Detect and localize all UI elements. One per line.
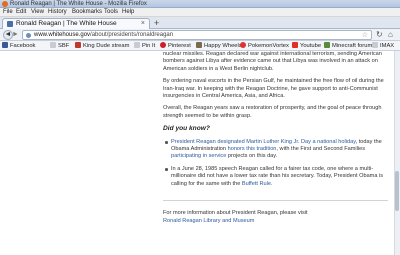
tab-title: Ronald Reagan | The White House: [16, 20, 117, 27]
forward-button[interactable]: ►: [12, 31, 19, 39]
article-body: nuclear missiles. Reagan declared war ag…: [163, 51, 388, 230]
page-icon: [134, 42, 140, 48]
bookmarks-toolbar: Facebook SBF King Dude stream Pin It Pin…: [0, 41, 400, 51]
menu-view[interactable]: View: [31, 8, 44, 17]
menu-bar: File Edit View History Bookmarks Tools H…: [0, 8, 400, 17]
reagan-library-link[interactable]: Ronald Reagan Library and Museum: [163, 218, 254, 224]
site-identity-icon[interactable]: [26, 33, 31, 38]
firefox-logo-icon: [2, 1, 8, 7]
bookmark-imax[interactable]: IMAX: [372, 41, 394, 51]
section-divider: [163, 200, 388, 202]
bookmark-happy-wheels[interactable]: Happy Wheels: [196, 41, 242, 51]
mlk-day-link[interactable]: President Reagan designated Martin Luthe…: [171, 139, 356, 145]
bookmark-minecraft-forum[interactable]: Minecraft forum: [324, 41, 372, 51]
buffett-rule-link[interactable]: Buffett Rule: [242, 181, 271, 187]
menu-history[interactable]: History: [48, 8, 67, 17]
youtube-icon: [292, 42, 298, 48]
bookmark-pinterest[interactable]: Pinterest: [160, 41, 191, 51]
window-title: Ronald Reagan | The White House - Mozill…: [10, 1, 147, 7]
menu-file[interactable]: File: [3, 8, 13, 17]
stream-icon: [75, 42, 81, 48]
address-bar[interactable]: www.whitehouse.gov/about/presidents/rona…: [22, 30, 372, 40]
vertical-scrollbar[interactable]: [394, 51, 400, 255]
tab-bar: Ronald Reagan | The White House × +: [0, 17, 400, 29]
minecraft-icon: [324, 42, 330, 48]
reload-button[interactable]: ↻: [376, 30, 383, 40]
paragraph-persian-gulf: By ordering naval escorts in the Persian…: [163, 78, 384, 100]
page-content: nuclear missiles. Reagan declared war ag…: [0, 51, 400, 255]
pokeball-icon: [240, 42, 246, 48]
facebook-icon: [2, 42, 8, 48]
bookmark-facebook[interactable]: Facebook: [2, 41, 35, 51]
bookmark-pokemonvortex[interactable]: PokemonVortex: [240, 41, 289, 51]
bookmark-youtube[interactable]: Youtube: [292, 41, 321, 51]
home-button[interactable]: ⌂: [388, 30, 393, 40]
page-icon: [372, 42, 378, 48]
more-info-text: For more information about President Rea…: [163, 210, 308, 224]
navigation-bar: ◄ ► www.whitehouse.gov/about/presidents/…: [0, 29, 400, 41]
window-titlebar: Ronald Reagan | The White House - Mozill…: [0, 0, 400, 8]
paragraph-overall: Overall, the Reagan years saw a restorat…: [163, 105, 382, 119]
bookmark-sbf[interactable]: SBF: [50, 41, 69, 51]
tab-ronald-reagan[interactable]: Ronald Reagan | The White House ×: [2, 18, 150, 29]
close-tab-icon[interactable]: ×: [141, 19, 145, 29]
menu-help[interactable]: Help: [122, 8, 134, 17]
participating-in-service-link[interactable]: participating in service: [171, 153, 226, 159]
pinterest-icon: [160, 42, 166, 48]
url-text: www.whitehouse.gov/about/presidents/rona…: [34, 32, 174, 38]
page-icon: [50, 42, 56, 48]
honors-tradition-link[interactable]: honors this tradition: [228, 146, 277, 152]
facts-list: President Reagan designated Martin Luthe…: [163, 139, 388, 188]
new-tab-button[interactable]: +: [154, 18, 159, 28]
scrollbar-thumb[interactable]: [395, 171, 399, 211]
bookmark-pin-it[interactable]: Pin It: [134, 41, 155, 51]
list-item: President Reagan designated Martin Luthe…: [163, 139, 388, 161]
bookmark-star-icon[interactable]: ☆: [362, 31, 368, 40]
whitehouse-favicon-icon: [7, 21, 13, 27]
menu-edit[interactable]: Edit: [16, 8, 26, 17]
paragraph-terrorism: nuclear missiles. Reagan declared war ag…: [163, 51, 382, 72]
list-item: In a June 28, 1985 speech Reagan called …: [163, 166, 388, 188]
menu-bookmarks[interactable]: Bookmarks: [72, 8, 102, 17]
game-icon: [196, 42, 202, 48]
menu-tools[interactable]: Tools: [104, 8, 118, 17]
did-you-know-heading: Did you know?: [163, 125, 210, 133]
bookmark-king-dude-stream[interactable]: King Dude stream: [75, 41, 129, 51]
